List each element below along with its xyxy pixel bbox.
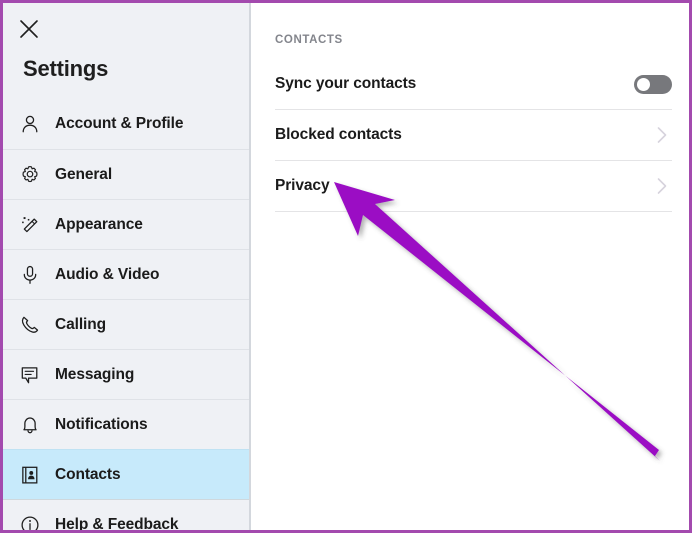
sidebar-item-label: General <box>55 165 113 183</box>
sidebar-item-general[interactable]: General <box>3 149 249 199</box>
row-blocked-contacts[interactable]: Blocked contacts <box>275 110 672 161</box>
row-privacy[interactable]: Privacy <box>275 161 672 212</box>
bell-icon <box>17 412 43 438</box>
sidebar-item-contacts[interactable]: Contacts <box>3 449 249 499</box>
magic-wand-icon <box>17 212 43 238</box>
gear-icon <box>17 162 43 188</box>
sidebar-item-label: Notifications <box>55 415 148 433</box>
close-icon[interactable] <box>17 17 41 41</box>
row-label: Sync your contacts <box>275 75 417 92</box>
settings-window: Settings Account & Profile General Appea… <box>0 0 692 533</box>
sidebar-item-help-feedback[interactable]: Help & Feedback <box>3 499 249 530</box>
sidebar-item-messaging[interactable]: Messaging <box>3 349 249 399</box>
contact-book-icon <box>17 462 43 488</box>
sidebar-item-label: Contacts <box>55 465 121 483</box>
phone-icon <box>17 312 43 338</box>
sidebar-item-account-profile[interactable]: Account & Profile <box>3 99 249 149</box>
sidebar-item-appearance[interactable]: Appearance <box>3 199 249 249</box>
sidebar-item-label: Audio & Video <box>55 265 160 283</box>
page-title: Settings <box>23 56 109 81</box>
info-circle-icon <box>17 512 43 530</box>
sidebar-item-notifications[interactable]: Notifications <box>3 399 249 449</box>
section-header-contacts: CONTACTS <box>275 34 343 46</box>
settings-row-list: Sync your contacts Blocked contacts Priv… <box>275 59 672 212</box>
row-sync-your-contacts[interactable]: Sync your contacts <box>275 59 672 110</box>
contacts-settings-panel: CONTACTS Sync your contacts Blocked cont… <box>253 3 689 530</box>
person-icon <box>17 111 43 137</box>
settings-sidebar: Settings Account & Profile General Appea… <box>3 3 251 530</box>
sidebar-item-calling[interactable]: Calling <box>3 299 249 349</box>
sidebar-item-label: Messaging <box>55 365 135 383</box>
chat-bubble-icon <box>17 362 43 388</box>
sidebar-item-label: Appearance <box>55 215 143 233</box>
sidebar-item-label: Help & Feedback <box>55 515 179 531</box>
chevron-right-icon[interactable] <box>654 175 670 197</box>
chevron-right-icon[interactable] <box>654 124 670 146</box>
sidebar-item-audio-video[interactable]: Audio & Video <box>3 249 249 299</box>
sidebar-header <box>3 3 249 55</box>
sync-contacts-toggle[interactable] <box>634 74 672 94</box>
row-label: Privacy <box>275 177 330 194</box>
toggle-knob <box>637 77 650 91</box>
sidebar-item-label: Account & Profile <box>55 115 184 132</box>
row-label: Blocked contacts <box>275 126 402 143</box>
sidebar-item-label: Calling <box>55 315 106 333</box>
microphone-icon <box>17 262 43 288</box>
